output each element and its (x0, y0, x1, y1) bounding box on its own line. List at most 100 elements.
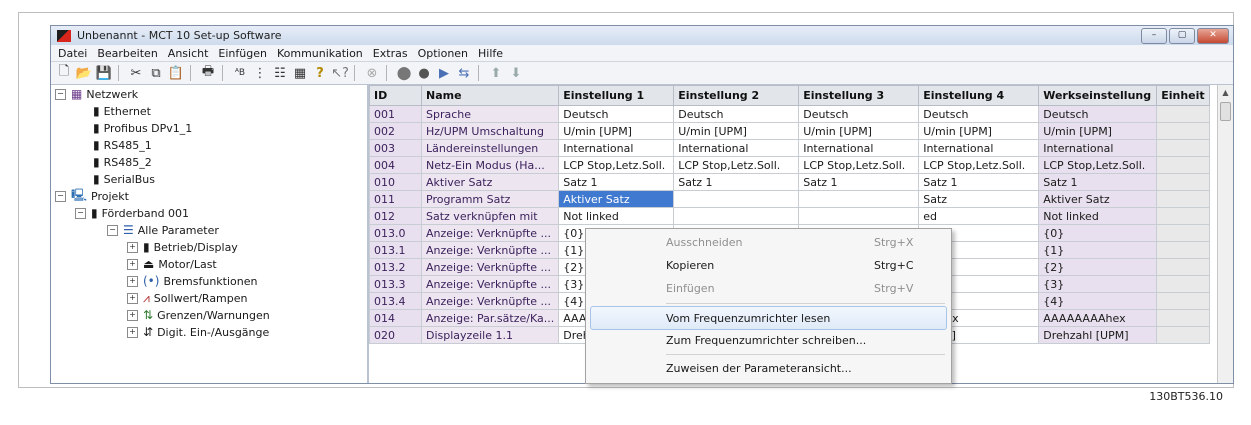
cell-id[interactable]: 013.3 (369, 275, 422, 293)
print-icon[interactable]: 🖶 (199, 64, 217, 82)
cell-name[interactable]: Satz verknüpfen mit (420, 207, 560, 225)
cell-einstellung-2[interactable]: International (673, 139, 800, 157)
collapse-icon[interactable]: − (55, 190, 66, 202)
col-header-einstellung-4[interactable]: Einstellung 4 (918, 85, 1040, 106)
cell-id[interactable]: 001 (369, 105, 422, 123)
tree-item-rs485-1[interactable]: ▮ RS485_1 (93, 137, 152, 153)
tree-icon[interactable]: ⋮ (251, 65, 269, 82)
cell-einheit[interactable] (1156, 292, 1210, 310)
ctx-zum-frequenzumrichter-schreiben[interactable]: Zum Frequenzumrichter schreiben... (586, 329, 951, 351)
scroll-thumb[interactable] (1220, 102, 1231, 121)
menu-einfuegen[interactable]: Einfügen (213, 47, 272, 60)
cell-name[interactable]: Anzeige: Par.sätze/Ka... (420, 309, 560, 327)
cell-name[interactable]: Displayzeile 1.1 (420, 326, 560, 344)
table-row[interactable]: 012 Satz verknüpfen mit Not linked ed Not li… (369, 207, 1210, 225)
cell-einstellung-1[interactable]: Not linked (558, 207, 675, 225)
expand-icon[interactable]: + (127, 275, 138, 287)
cell-id[interactable]: 004 (369, 156, 422, 174)
cell-einstellung-2[interactable]: U/min [UPM] (673, 122, 800, 140)
tree-item-sollwert-rampen[interactable]: + ⩘ Sollwert/Rampen (127, 290, 248, 306)
tree-item-projekt[interactable]: − 🖳 Projekt (55, 188, 129, 204)
cell-einstellung-1[interactable]: LCP Stop,Letz.Soll. (558, 156, 675, 174)
cell-einstellung-3[interactable]: International (798, 139, 920, 157)
tree-item-profibus[interactable]: ▮ Profibus DPv1_1 (93, 120, 192, 136)
open-icon[interactable]: 📂 (75, 65, 93, 82)
cell-id[interactable]: 002 (369, 122, 422, 140)
cell-einstellung-2[interactable]: LCP Stop,Letz.Soll. (673, 156, 800, 174)
cell-einheit[interactable] (1156, 241, 1210, 259)
cell-id[interactable]: 011 (369, 190, 422, 208)
cell-werkseinstellung[interactable]: {4} (1038, 292, 1158, 310)
cell-einstellung-3[interactable]: LCP Stop,Letz.Soll. (798, 156, 920, 174)
cell-id[interactable]: 013.1 (369, 241, 422, 259)
cell-einheit[interactable] (1156, 326, 1210, 344)
cell-name[interactable]: Sprache (420, 105, 560, 123)
tree-item-bremsfunktionen[interactable]: + (•) Bremsfunktionen (127, 273, 258, 289)
cell-einstellung-1[interactable]: Aktiver Satz (558, 190, 675, 208)
tree-item-serialbus[interactable]: ▮ SerialBus (93, 171, 155, 187)
save-icon[interactable]: 💾 (95, 65, 113, 82)
grid-icon[interactable]: ▦ (291, 65, 309, 82)
ctx-einfuegen[interactable]: Einfügen Strg+V (586, 277, 951, 299)
menu-ansicht[interactable]: Ansicht (163, 47, 214, 60)
cell-werkseinstellung[interactable]: {1} (1038, 241, 1158, 259)
cell-name[interactable]: Programm Satz (420, 190, 560, 208)
cell-einstellung-3[interactable]: U/min [UPM] (798, 122, 920, 140)
cell-einheit[interactable] (1156, 139, 1210, 157)
paste-icon[interactable]: 📋 (167, 65, 185, 82)
help-icon[interactable]: ? (311, 65, 329, 82)
tree-item-alle-parameter[interactable]: − ☰ Alle Parameter (107, 222, 219, 238)
ctx-vom-frequenzumrichter-lesen[interactable]: Vom Frequenzumrichter lesen (590, 306, 947, 330)
expand-icon[interactable]: + (127, 326, 138, 338)
maximize-button[interactable]: ▢ (1169, 27, 1195, 44)
cell-einstellung-3[interactable] (798, 207, 920, 225)
tree-item-ethernet[interactable]: ▮ Ethernet (93, 103, 151, 119)
table-row[interactable]: 001 Sprache Deutsch Deutsch Deutsch Deutsch De… (369, 105, 1210, 123)
menu-extras[interactable]: Extras (368, 47, 413, 60)
cell-id[interactable]: 013.0 (369, 224, 422, 242)
expand-icon[interactable]: + (127, 292, 138, 304)
cell-einstellung-1[interactable]: International (558, 139, 675, 157)
ctx-ausschneiden[interactable]: Ausschneiden Strg+X (586, 231, 951, 253)
expand-icon[interactable]: + (127, 309, 138, 321)
cell-einheit[interactable] (1156, 224, 1210, 242)
cell-name[interactable]: Anzeige: Verknüpfte ... (420, 224, 560, 242)
cell-einstellung-4[interactable]: ed (918, 207, 1040, 225)
menu-optionen[interactable]: Optionen (413, 47, 473, 60)
expand-icon[interactable]: + (127, 241, 138, 253)
table-row[interactable]: 011 Programm Satz Aktiver Satz Satz Aktiver … (369, 190, 1210, 208)
write-drive-icon[interactable]: ⇆ (455, 65, 473, 82)
cell-einstellung-4[interactable]: U/min [UPM] (918, 122, 1040, 140)
cell-werkseinstellung[interactable]: LCP Stop,Letz.Soll. (1038, 156, 1158, 174)
cell-einstellung-1[interactable]: Satz 1 (558, 173, 675, 191)
cell-id[interactable]: 020 (369, 326, 422, 344)
cell-werkseinstellung[interactable]: Not linked (1038, 207, 1158, 225)
col-header-id[interactable]: ID (369, 85, 422, 106)
cell-einheit[interactable] (1156, 173, 1210, 191)
col-header-einstellung-1[interactable]: Einstellung 1 (558, 85, 675, 106)
cell-einheit[interactable] (1156, 258, 1210, 276)
cell-werkseinstellung[interactable]: Deutsch (1038, 105, 1158, 123)
cell-name[interactable]: Hz/UPM Umschaltung (420, 122, 560, 140)
cell-name[interactable]: Aktiver Satz (420, 173, 560, 191)
cell-id[interactable]: 010 (369, 173, 422, 191)
menu-hilfe[interactable]: Hilfe (473, 47, 508, 60)
cell-name[interactable]: Netz-Ein Modus (Ha... (420, 156, 560, 174)
col-header-einstellung-3[interactable]: Einstellung 3 (798, 85, 920, 106)
cell-einstellung-4[interactable]: Deutsch (918, 105, 1040, 123)
cell-werkseinstellung[interactable]: U/min [UPM] (1038, 122, 1158, 140)
stop-icon[interactable]: ⬤ (395, 65, 413, 82)
col-header-name[interactable]: Name (420, 85, 560, 106)
collapse-icon[interactable]: − (55, 88, 66, 100)
record-icon[interactable]: ● (415, 65, 433, 82)
cell-id[interactable]: 013.4 (369, 292, 422, 310)
cell-einstellung-3[interactable]: Satz 1 (798, 173, 920, 191)
cell-werkseinstellung[interactable]: {0} (1038, 224, 1158, 242)
cell-werkseinstellung[interactable]: {2} (1038, 258, 1158, 276)
cell-einheit[interactable] (1156, 105, 1210, 123)
cell-name[interactable]: Anzeige: Verknüpfte ... (420, 292, 560, 310)
cell-werkseinstellung[interactable]: Satz 1 (1038, 173, 1158, 191)
menu-bearbeiten[interactable]: Bearbeiten (92, 47, 162, 60)
scroll-up-icon[interactable]: ▲ (1218, 85, 1233, 100)
cell-name[interactable]: Anzeige: Verknüpfte ... (420, 241, 560, 259)
